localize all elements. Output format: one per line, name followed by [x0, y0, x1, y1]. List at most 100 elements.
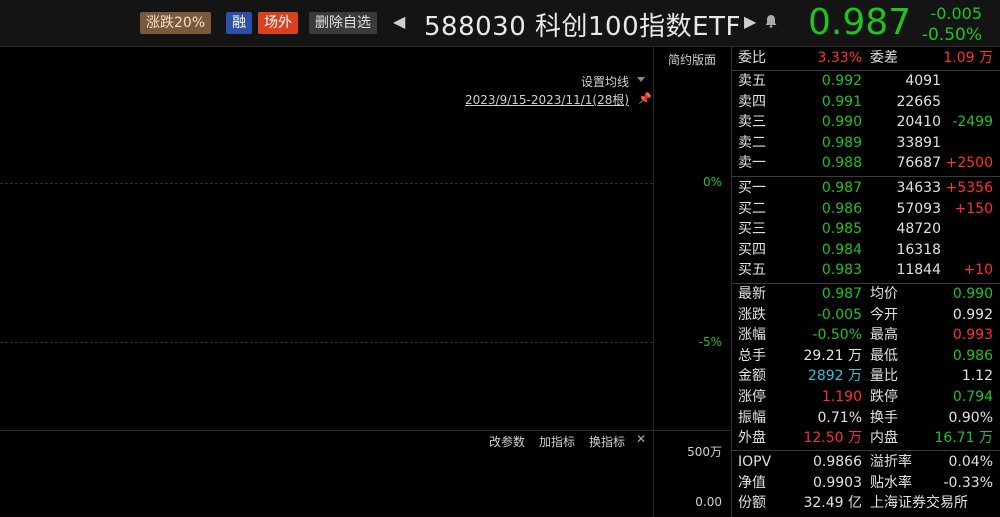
bid-price: 0.985 — [821, 221, 862, 238]
stat-value: 0.990 — [952, 286, 993, 302]
fund-info-label: 贴水率 — [870, 474, 912, 491]
stat-row[interactable]: 最新 0.987 均价 0.990 — [732, 284, 1000, 304]
fund-info-row[interactable]: 份额 32.49 亿上海证券交易所 — [732, 493, 1000, 513]
bid-change: +10 — [963, 262, 993, 279]
axis-label-zero: 0% — [702, 175, 722, 189]
ask-change: +2500 — [945, 155, 993, 172]
bid-volume: 34633 — [896, 180, 941, 196]
stat-value: 16.71 万 — [934, 430, 993, 447]
stat-label: 外盘 — [738, 430, 766, 447]
fund-info-label: 溢折率 — [870, 454, 912, 470]
fund-info-label: 上海证券交易所 — [870, 495, 968, 512]
volume-axis-bottom: 0.00 — [695, 495, 722, 509]
chart-area[interactable]: 简约版面 设置均线 2023/9/15-2023/11/1(28根) 📌 0% … — [0, 47, 730, 517]
commission-ratio-value: 3.33% — [817, 50, 862, 66]
security-title: 588030 科创100指数ETF — [424, 12, 741, 42]
remove-watchlist-button[interactable]: 删除自选 — [309, 12, 377, 34]
ask-volume: 4091 — [905, 73, 941, 89]
ask-row[interactable]: 卖二 0.989 33891 — [732, 133, 1000, 153]
stat-value: 0.987 — [821, 286, 862, 302]
margin-trading-tag: 融 — [226, 12, 252, 34]
fund-info-value: 32.49 亿 — [803, 495, 862, 512]
commission-diff-label: 委差 — [870, 50, 898, 66]
fund-info-row[interactable]: 净值 0.9903 贴水率 -0.33% — [732, 473, 1000, 493]
layout-toggle[interactable]: 简约版面 — [668, 51, 716, 68]
stat-label: 总手 — [738, 347, 766, 364]
ask-row[interactable]: 卖一 0.988 76687 +2500 — [732, 153, 1000, 173]
switch-indicator-button[interactable]: 换指标 — [589, 433, 625, 450]
stat-row[interactable]: 振幅 0.71% 换手 0.90% — [732, 408, 1000, 428]
stat-row[interactable]: 涨跌 -0.005 今开 0.992 — [732, 305, 1000, 325]
stat-row[interactable]: 涨幅 -0.50% 最高 0.993 — [732, 325, 1000, 345]
bid-row[interactable]: 买四 0.984 16318 — [732, 240, 1000, 260]
stat-value: 0.986 — [952, 347, 993, 364]
fund-info-value: 0.9866 — [813, 454, 862, 470]
stat-label: 今开 — [870, 306, 898, 323]
stat-row[interactable]: 涨停 1.190 跌停 0.794 — [732, 387, 1000, 407]
zero-gridline — [0, 183, 653, 184]
ma-settings-dropdown-icon[interactable] — [637, 77, 645, 82]
stat-label: 最新 — [738, 286, 766, 302]
ask-level-label: 卖一 — [738, 155, 766, 172]
bid-row[interactable]: 买一 0.987 34633 +5356 — [732, 178, 1000, 198]
bid-volume: 48720 — [896, 221, 941, 238]
ask-level-label: 卖四 — [738, 93, 766, 110]
bid-row[interactable]: 买五 0.983 11844 +10 — [732, 260, 1000, 280]
fund-info-row[interactable]: IOPV 0.9866 溢折率 0.04% — [732, 452, 1000, 472]
ask-volume: 33891 — [896, 134, 941, 151]
stat-label: 均价 — [870, 286, 898, 302]
ask-row[interactable]: 卖四 0.991 22665 — [732, 92, 1000, 112]
stat-row[interactable]: 外盘 12.50 万内盘 16.71 万 — [732, 428, 1000, 448]
stat-value: 1.190 — [821, 389, 862, 405]
bid-level-label: 买二 — [738, 200, 766, 217]
stat-row[interactable]: 总手 29.21 万最低 0.986 — [732, 346, 1000, 366]
stat-value: 29.21 万 — [803, 347, 862, 364]
stat-label: 内盘 — [870, 430, 898, 447]
bid-row[interactable]: 买二 0.986 57093 +150 — [732, 199, 1000, 219]
bid-level-label: 买一 — [738, 180, 766, 196]
bid-price: 0.983 — [821, 262, 862, 279]
stat-label: 最高 — [870, 327, 898, 344]
axis-label-minus5: -5% — [698, 335, 722, 349]
bid-change: +150 — [954, 200, 993, 217]
bid-volume: 11844 — [896, 262, 941, 279]
last-price: 0.987 — [808, 2, 912, 43]
ask-price: 0.989 — [821, 134, 862, 151]
bid-volume: 16318 — [896, 241, 941, 258]
ask-level-label: 卖二 — [738, 134, 766, 151]
add-indicator-button[interactable]: 加指标 — [539, 433, 575, 450]
bid-price: 0.986 — [821, 200, 862, 217]
alert-bell-icon[interactable] — [765, 14, 777, 32]
prev-security-icon[interactable]: ◀ — [393, 12, 405, 31]
date-range-link[interactable]: 2023/9/15-2023/11/1(28根) — [465, 91, 629, 108]
ma-settings-link[interactable]: 设置均线 — [581, 73, 629, 90]
stat-value: 1.12 — [961, 368, 993, 385]
fund-info-label: 份额 — [738, 495, 766, 512]
stat-value: 0.992 — [952, 306, 993, 323]
bid-price: 0.984 — [821, 241, 862, 258]
ask-volume: 20410 — [896, 114, 941, 131]
ask-row[interactable]: 卖五 0.992 4091 — [732, 71, 1000, 91]
pin-icon[interactable]: 📌 — [638, 92, 652, 105]
stat-value: 0.71% — [817, 409, 862, 426]
axis-divider — [653, 47, 654, 517]
stat-row[interactable]: 金额 2892 万量比 1.12 — [732, 366, 1000, 386]
stat-label: 涨幅 — [738, 327, 766, 344]
ask-level-label: 卖三 — [738, 114, 766, 131]
fund-info-value: -0.33% — [943, 474, 993, 491]
otc-tag[interactable]: 场外 — [258, 12, 298, 34]
ask-price: 0.992 — [821, 73, 862, 89]
edit-params-button[interactable]: 改参数 — [489, 433, 525, 450]
ask-row[interactable]: 卖三 0.990 20410 -2499 — [732, 112, 1000, 132]
price-change-percent: -0.50% — [921, 25, 982, 45]
stat-label: 金额 — [738, 368, 766, 385]
stat-label: 振幅 — [738, 409, 766, 426]
commission-ratio-label: 委比 — [738, 50, 766, 66]
bid-row[interactable]: 买三 0.985 48720 — [732, 219, 1000, 239]
ask-price: 0.990 — [821, 114, 862, 131]
volume-pane-divider — [0, 430, 730, 431]
next-security-icon[interactable]: ▶ — [744, 12, 756, 31]
fund-info-label: IOPV — [738, 454, 772, 470]
close-icon[interactable]: ✕ — [636, 432, 646, 446]
volume-axis-top: 500万 — [687, 445, 722, 459]
